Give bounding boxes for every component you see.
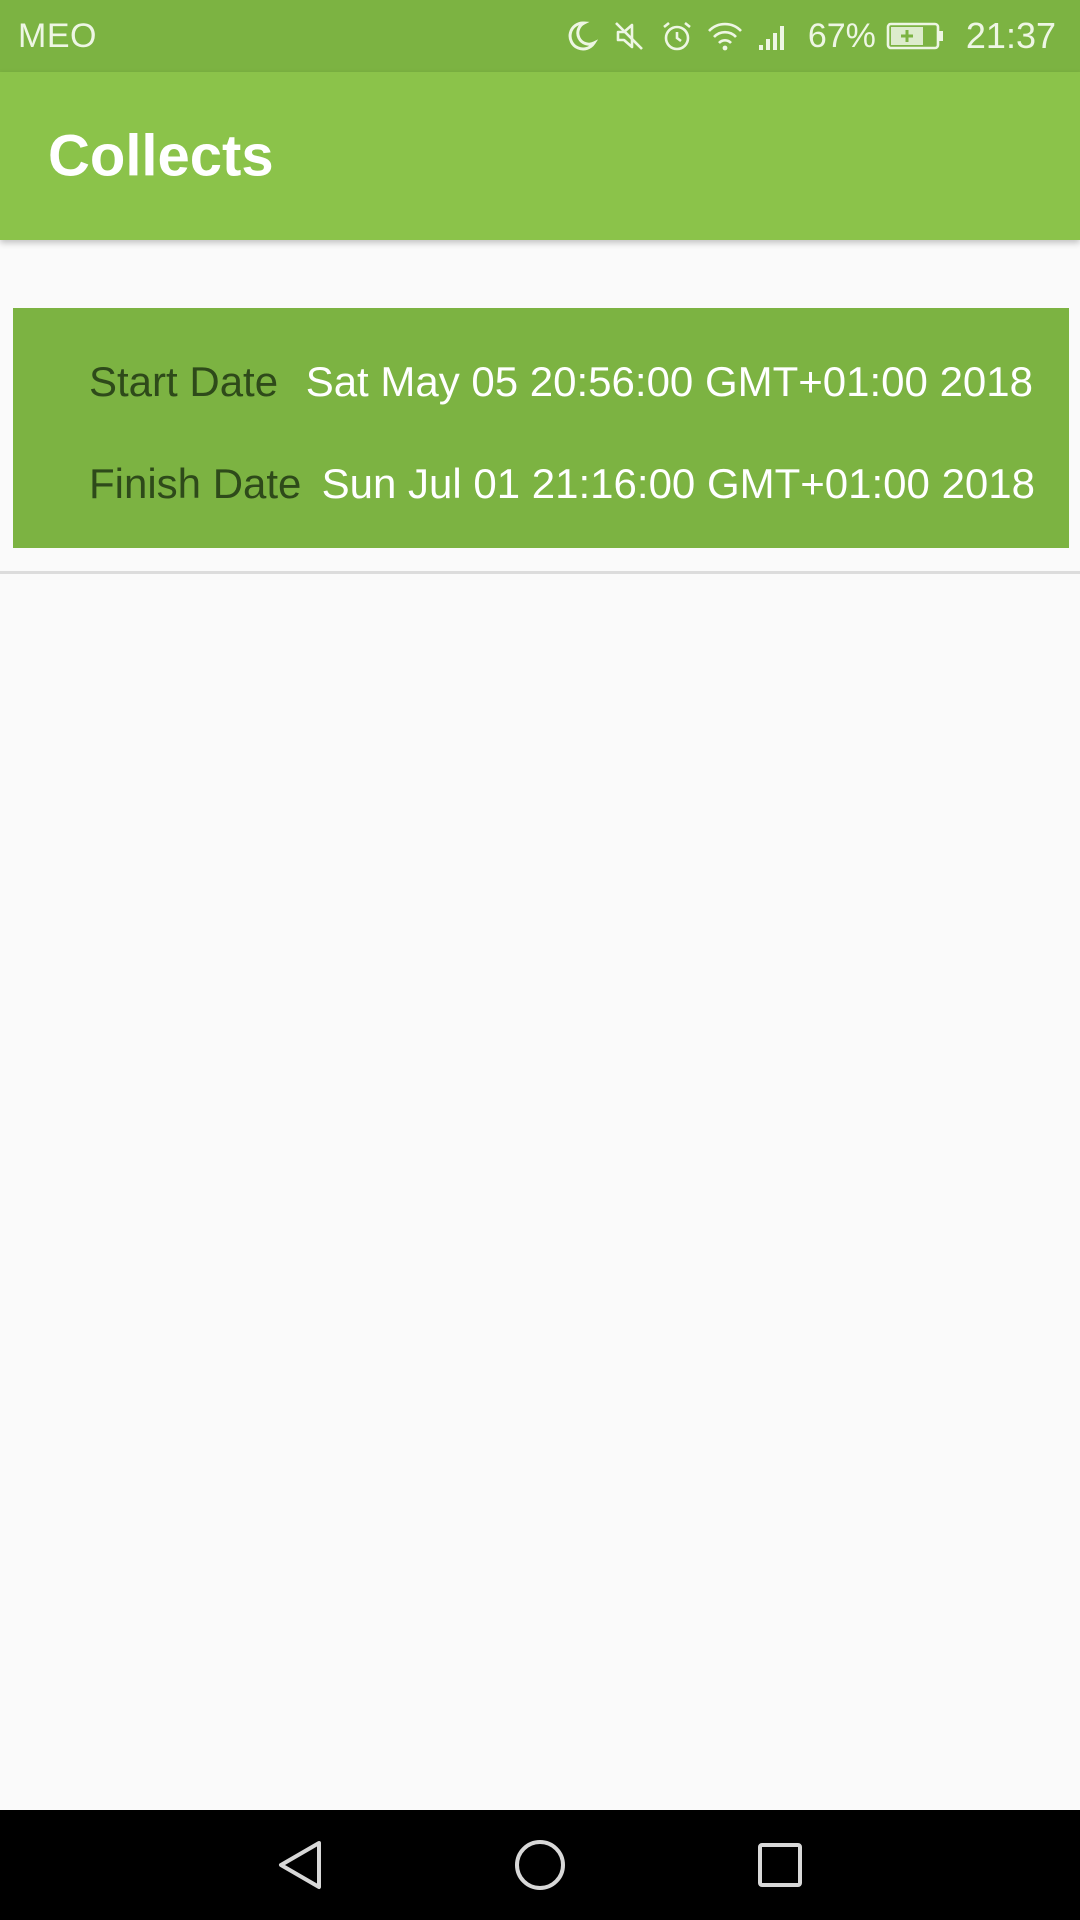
home-icon (515, 1840, 565, 1890)
clock: 21:37 (965, 15, 1056, 56)
start-date-label: Start Date (89, 358, 279, 405)
recents-button[interactable] (745, 1830, 815, 1900)
page-title: Collects (48, 123, 274, 189)
navigation-bar (0, 1810, 1080, 1920)
app-bar: Collects (0, 72, 1080, 240)
battery-icon (886, 16, 946, 56)
finish-date-row: Finish Date Sun Jul 01 21:16:00 GMT+01:0… (13, 454, 1069, 514)
moon-icon (562, 16, 600, 56)
list-item[interactable]: Start Date Sat May 05 20:56:00 GMT+01:00… (13, 308, 1069, 548)
list-divider (0, 571, 1080, 574)
back-icon (279, 1841, 321, 1889)
recents-icon (758, 1843, 802, 1887)
start-date-value: Sat May 05 20:56:00 GMT+01:00 2018 (305, 358, 1033, 405)
mute-icon (610, 16, 648, 56)
status-bar: MEO 67% 21:37 (0, 0, 1080, 72)
wifi-icon (706, 16, 744, 56)
status-icons: 67% 21:37 (562, 15, 1056, 57)
finish-date-label: Finish Date (89, 460, 302, 507)
signal-icon (754, 16, 792, 56)
carrier-name: MEO (18, 16, 97, 55)
home-button[interactable] (505, 1830, 575, 1900)
battery-percent: 67% (807, 16, 876, 55)
alarm-icon (658, 16, 696, 56)
collects-list: Start Date Sat May 05 20:56:00 GMT+01:00… (0, 240, 1080, 1810)
finish-date-value: Sun Jul 01 21:16:00 GMT+01:00 2018 (321, 460, 1035, 507)
start-date-row: Start Date Sat May 05 20:56:00 GMT+01:00… (13, 352, 1069, 412)
back-button[interactable] (265, 1830, 335, 1900)
